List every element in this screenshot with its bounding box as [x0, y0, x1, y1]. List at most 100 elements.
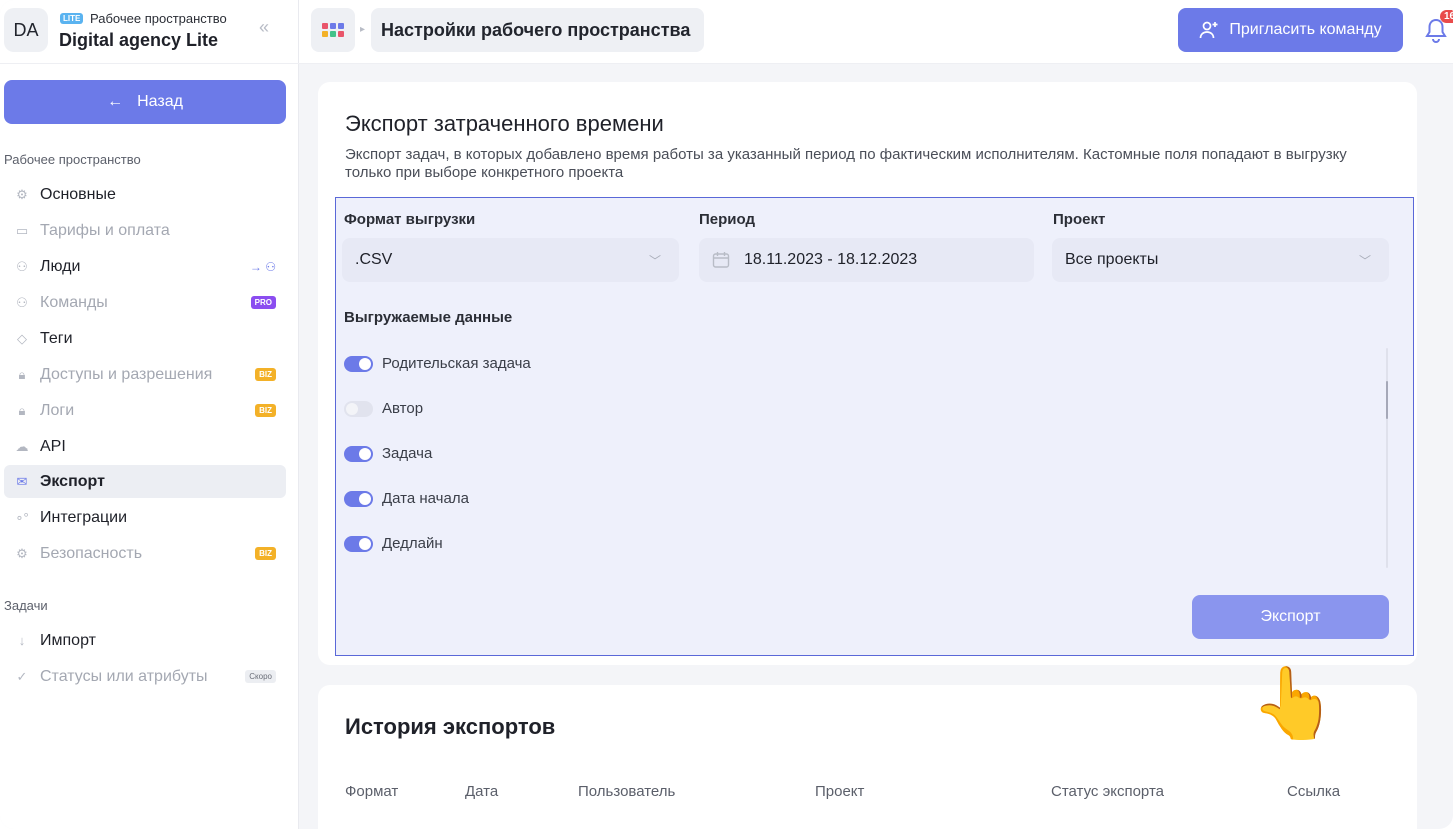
- back-button[interactable]: ← Назад: [4, 80, 286, 124]
- toggle-deadline[interactable]: Дедлайн: [344, 535, 443, 552]
- toggle-label: Задача: [382, 445, 433, 462]
- sidebar-item-label: Экспорт: [40, 472, 105, 490]
- sidebar-item-label: Импорт: [40, 631, 96, 649]
- status-icon: ✓: [16, 668, 28, 684]
- column-header-link: Ссылка: [1287, 783, 1341, 800]
- project-select[interactable]: Все проекты ﹀: [1052, 238, 1389, 282]
- export-description: Экспорт задач, в которых добавлено время…: [345, 146, 1347, 181]
- section-label-workspace: Рабочее пространство: [4, 152, 141, 167]
- lock-icon: 🔒︎: [18, 366, 26, 382]
- sidebar-item-label: Основные: [40, 185, 116, 203]
- topbar: ▸ Настройки рабочего пространства Пригла…: [299, 0, 1453, 64]
- pro-badge: PRO: [250, 296, 276, 309]
- apps-grid-icon[interactable]: [311, 8, 355, 52]
- column-header-date: Дата: [465, 783, 499, 800]
- toggle-start-date[interactable]: Дата начала: [344, 490, 469, 507]
- sidebar-item-general[interactable]: ⚙ Основные: [4, 178, 286, 211]
- sidebar-item-label: Теги: [40, 329, 73, 347]
- project-value: Все проекты: [1065, 251, 1159, 268]
- scrollbar-thumb[interactable]: [1386, 381, 1388, 419]
- toggle-switch-on[interactable]: [344, 355, 373, 372]
- import-icon: ↓: [18, 633, 26, 648]
- chevron-right-icon: ▸: [360, 24, 366, 35]
- toggle-task[interactable]: Задача: [344, 445, 432, 462]
- sidebar-item-label: API: [40, 437, 66, 455]
- sidebar-item-access[interactable]: 🔒︎ Доступы и разрешения BIZ: [4, 358, 286, 391]
- period-picker[interactable]: 18.11.2023 - 18.12.2023: [699, 238, 1034, 282]
- history-title: История экспортов: [345, 714, 556, 739]
- people-link-icon[interactable]: → ⚇: [250, 260, 276, 274]
- card-icon: ▭: [15, 222, 29, 238]
- chevron-down-icon: ﹀: [648, 254, 661, 268]
- export-card: Экспорт затраченного времени Экспорт зад…: [318, 82, 1417, 665]
- invite-team-button[interactable]: Пригласить команду: [1178, 8, 1403, 52]
- sidebar-item-label: Логи: [40, 401, 75, 419]
- biz-badge: BIZ: [255, 547, 276, 560]
- toggle-label: Автор: [382, 400, 424, 417]
- soon-badge: Скоро: [245, 670, 276, 683]
- add-user-icon: [1200, 21, 1218, 39]
- sidebar-item-import[interactable]: ↓ Импорт: [4, 624, 286, 657]
- sidebar-item-billing[interactable]: ▭ Тарифы и оплата: [4, 214, 286, 247]
- tag-icon: ◇: [17, 330, 27, 346]
- project-label: Проект: [1053, 211, 1106, 228]
- sidebar-item-teams[interactable]: ⚇ Команды PRO: [4, 286, 286, 319]
- export-button[interactable]: Экспорт: [1192, 595, 1389, 639]
- cloud-icon: ☁: [15, 438, 29, 454]
- sidebar-item-label: Интеграции: [40, 508, 128, 526]
- sidebar-item-label: Тарифы и оплата: [40, 221, 170, 239]
- sidebar-item-export[interactable]: ✉ Экспорт: [4, 465, 286, 498]
- pointing-hand-icon: 👆: [1250, 664, 1338, 742]
- team-icon: ⚇: [16, 294, 28, 310]
- integrations-icon: ∘°: [15, 509, 29, 525]
- sidebar-item-integrations[interactable]: ∘° Интеграции: [4, 501, 286, 534]
- calendar-icon: [712, 252, 730, 268]
- notifications-count-badge: 16: [1440, 10, 1453, 23]
- back-button-label: Назад: [137, 93, 183, 110]
- exported-data-label: Выгружаемые данные: [344, 309, 513, 326]
- workspace-avatar: DA: [4, 8, 48, 52]
- sidebar-item-people[interactable]: ⚇ Люди → ⚇: [4, 250, 286, 283]
- app-window: DA LITE Рабочее пространство Digital age…: [0, 0, 1453, 829]
- period-value: 18.11.2023 - 18.12.2023: [744, 251, 918, 268]
- sidebar-item-label: Люди: [40, 257, 81, 275]
- collapse-sidebar-icon[interactable]: «: [259, 17, 269, 38]
- sidebar-item-security[interactable]: ⚙ Безопасность BIZ: [4, 537, 286, 570]
- toggle-label: Дедлайн: [382, 535, 443, 552]
- period-label: Период: [699, 211, 755, 228]
- sidebar-item-label: Команды: [40, 293, 108, 311]
- format-label: Формат выгрузки: [344, 211, 476, 228]
- people-icon: ⚇: [16, 258, 28, 274]
- sidebar-item-label: Безопасность: [40, 544, 143, 562]
- column-header-user: Пользователь: [578, 783, 676, 800]
- sidebar-item-tags[interactable]: ◇ Теги: [4, 322, 286, 355]
- arrow-left-icon: ←: [107, 93, 124, 110]
- sidebar: DA LITE Рабочее пространство Digital age…: [0, 0, 299, 829]
- sidebar-item-api[interactable]: ☁ API: [4, 430, 286, 463]
- workspace-header[interactable]: DA LITE Рабочее пространство Digital age…: [0, 0, 299, 64]
- column-header-status: Статус экспорта: [1051, 783, 1164, 800]
- sidebar-item-logs[interactable]: 🔒︎ Логи BIZ: [4, 394, 286, 427]
- gear-icon: ⚙: [16, 545, 28, 561]
- gear-icon: ⚙: [16, 186, 28, 202]
- sidebar-item-statuses[interactable]: ✓ Статусы или атрибуты Скоро: [4, 660, 286, 693]
- workspace-name: Digital agency Lite: [59, 30, 219, 50]
- section-label-tasks: Задачи: [4, 598, 48, 613]
- toggle-author[interactable]: Автор: [344, 400, 423, 417]
- export-form: Формат выгрузки .CSV ﹀ Период 18.11.2023…: [335, 197, 1414, 656]
- toggle-switch-on[interactable]: [344, 445, 373, 462]
- biz-badge: BIZ: [255, 404, 276, 417]
- breadcrumb[interactable]: Настройки рабочего пространства: [371, 8, 705, 52]
- toggle-switch-on[interactable]: [344, 490, 373, 507]
- format-select[interactable]: .CSV ﹀: [342, 238, 679, 282]
- column-header-project: Проект: [815, 783, 865, 800]
- lock-icon: 🔒︎: [18, 402, 26, 418]
- plan-badge: LITE: [60, 13, 84, 24]
- format-value: .CSV: [355, 251, 393, 268]
- toggle-switch-off[interactable]: [344, 400, 373, 417]
- chevron-down-icon: ﹀: [1358, 254, 1371, 268]
- toggle-parent-task[interactable]: Родительская задача: [344, 355, 531, 372]
- toggle-label: Дата начала: [382, 490, 469, 507]
- biz-badge: BIZ: [255, 368, 276, 381]
- toggle-switch-on[interactable]: [344, 535, 373, 552]
